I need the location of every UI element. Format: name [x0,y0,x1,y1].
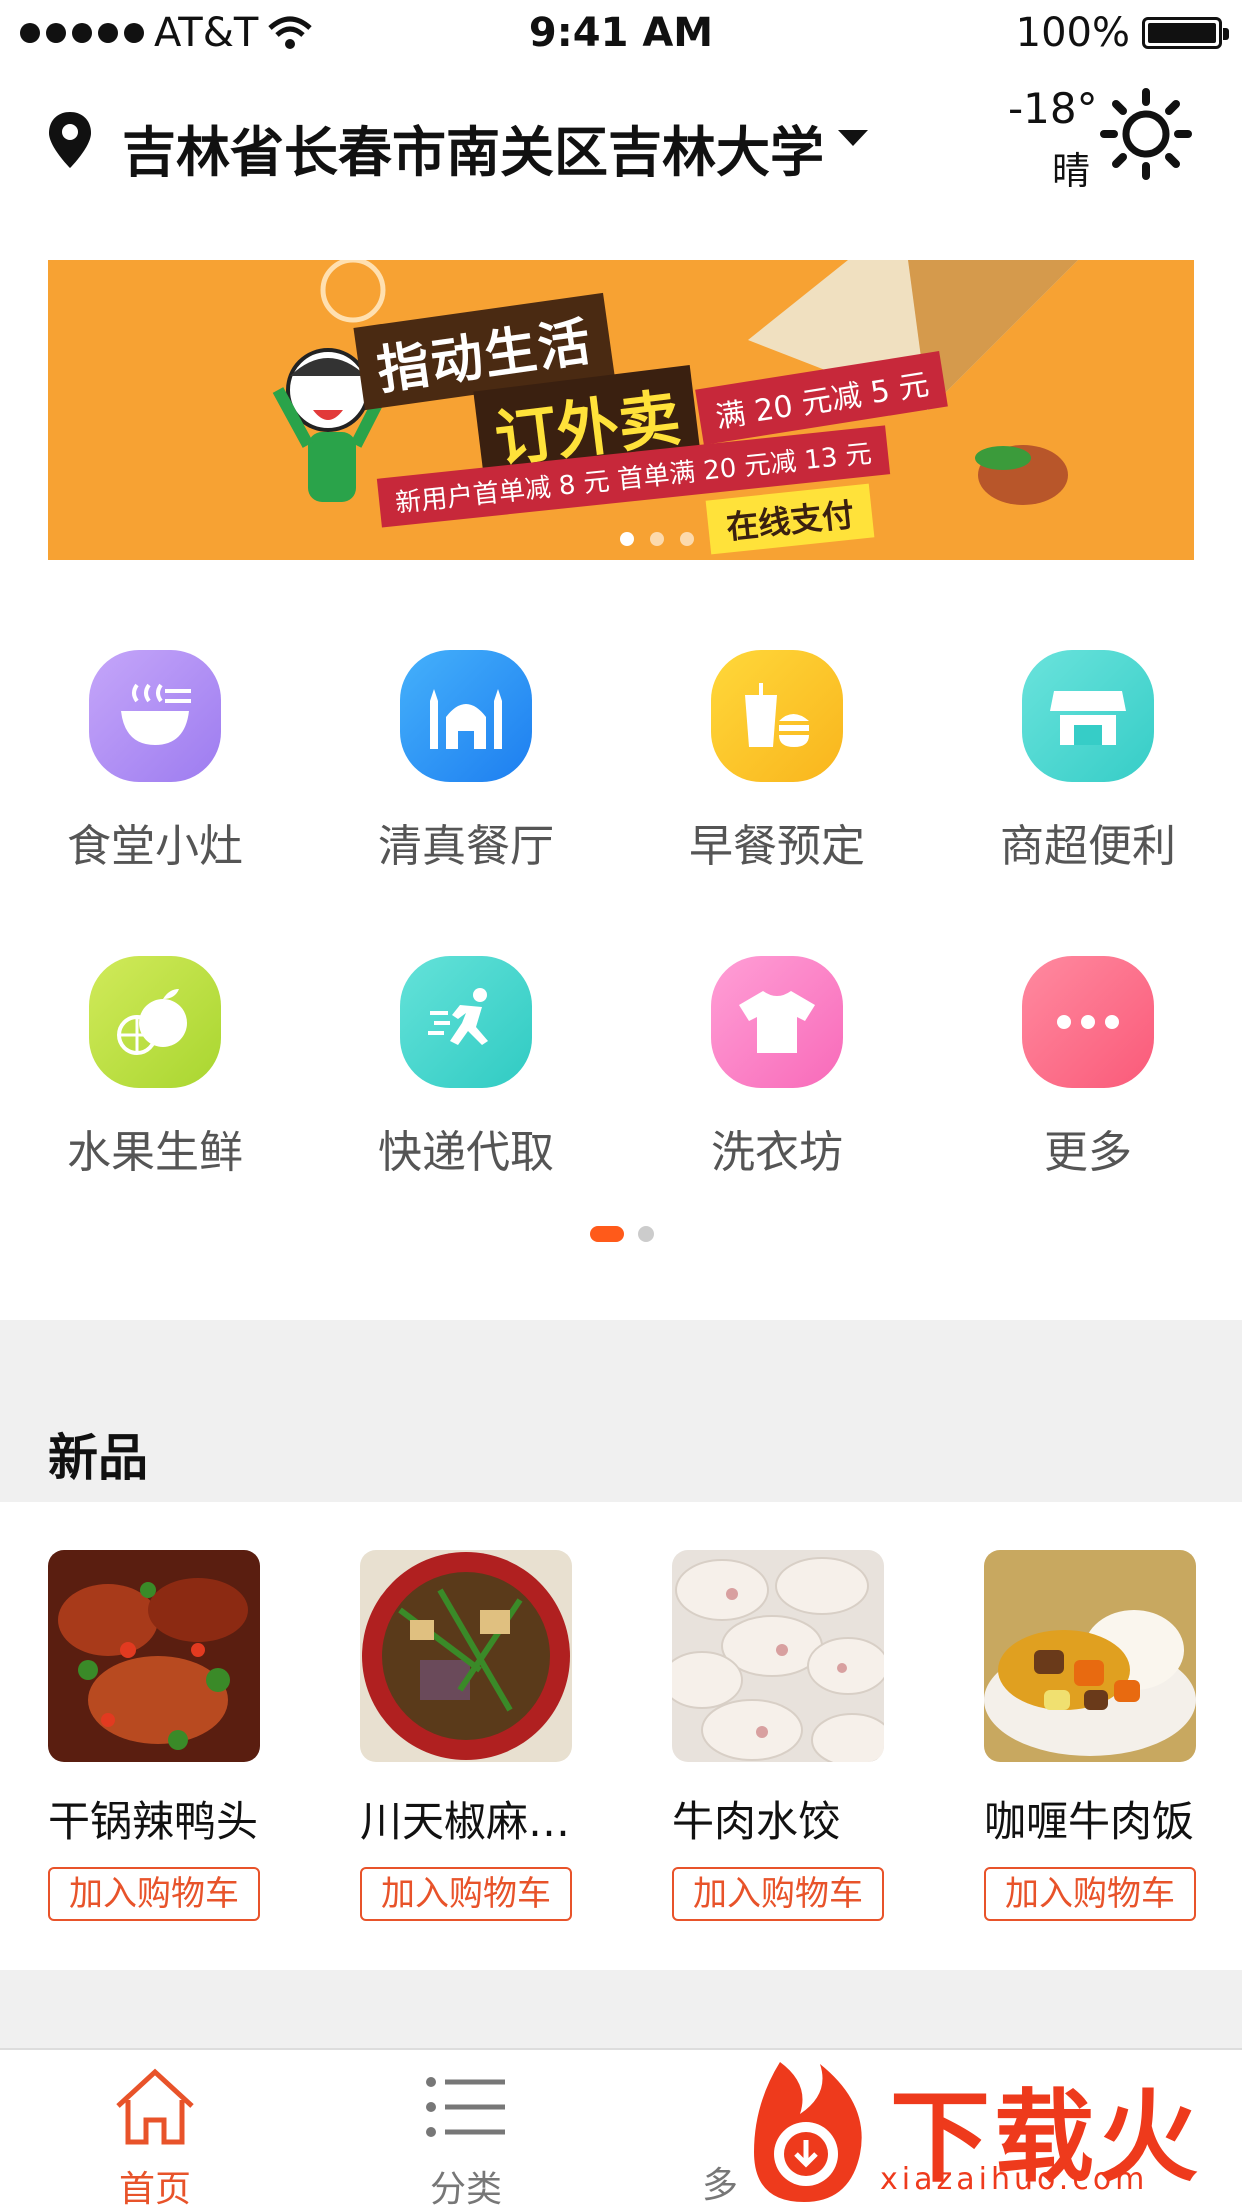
product-name: 牛肉水饺 [672,1797,841,1846]
sun-icon [1100,88,1192,180]
battery-icon [1142,17,1229,49]
location-pin-icon [49,112,91,168]
category-label: 洗衣坊 [711,1127,843,1178]
noodle-bowl-icon [89,650,221,782]
product-image[interactable] [672,1550,884,1762]
category-laundry[interactable]: 洗衣坊 [627,956,927,1180]
category-breakfast[interactable]: 早餐预定 [627,650,927,874]
temperature: -18° [1008,84,1098,133]
mosque-icon [400,650,532,782]
list-icon [426,2077,505,2137]
add-to-cart-button[interactable]: 加入购物车 [984,1867,1196,1921]
product-name: 干锅辣鸭头 [48,1797,259,1846]
page-dot[interactable] [590,1226,624,1242]
tab-home[interactable]: 首页 [55,2062,255,2208]
category-label: 清真餐厅 [378,821,554,872]
product-name: 咖喱牛肉饭 [984,1797,1195,1846]
watermark-url: xiazaihuo.com [880,2162,1149,2197]
fruit-icon [89,956,221,1088]
weather-condition: 晴 [1052,149,1091,193]
product-card[interactable]: 咖喱牛肉饭 加入购物车 [984,1550,1196,1921]
banner-dot[interactable] [620,532,634,546]
runner-icon [400,956,532,1088]
add-to-cart-button[interactable]: 加入购物车 [360,1867,572,1921]
add-to-cart-button[interactable]: 加入购物车 [672,1867,884,1921]
category-pagination[interactable] [590,1226,654,1242]
add-to-cart-button[interactable]: 加入购物车 [48,1867,260,1921]
category-delivery[interactable]: 快递代取 [316,956,616,1180]
promo-banner[interactable]: 指动生活 订外卖 满 20 元减 5 元 新用户首单减 8 元 首单满 20 元… [48,260,1194,560]
location-header: 吉林省长春市南关区吉林大学 -18° 晴 [0,80,1242,200]
banner-dot[interactable] [680,532,694,546]
category-more[interactable]: 更多 [938,956,1238,1180]
banner-pagination[interactable] [620,532,694,546]
breakfast-icon [711,650,843,782]
section-header: 新品 [0,1320,1242,1502]
product-image[interactable] [984,1550,1196,1762]
category-label: 早餐预定 [689,821,865,872]
watermark: 下载火 xiazaihuo.com [740,2050,1242,2208]
caret-down-icon[interactable] [838,130,868,146]
battery-percent: 100% [1015,10,1130,56]
status-right: 100% [1015,10,1229,56]
category-label: 商超便利 [1000,821,1176,872]
product-card[interactable]: 川天椒麻… 加入购物车 [360,1550,572,1921]
more-icon [1022,956,1154,1088]
category-store[interactable]: 商超便利 [938,650,1238,874]
category-halal[interactable]: 清真餐厅 [316,650,616,874]
category-fruit[interactable]: 水果生鲜 [5,956,305,1180]
category-label: 快递代取 [378,1127,554,1178]
home-icon [116,2068,194,2145]
product-name: 川天椒麻… [360,1797,571,1846]
tab-label: 首页 [118,2169,191,2208]
section-title: 新品 [48,1429,148,1487]
store-icon [1022,650,1154,782]
page-dot[interactable] [638,1226,654,1242]
product-image[interactable] [48,1550,260,1762]
category-label: 食堂小灶 [67,821,243,872]
section-divider [0,1970,1242,2048]
status-bar: AT&T 9:41 AM 100% [0,0,1242,64]
tshirt-icon [711,956,843,1088]
category-canteen[interactable]: 食堂小灶 [5,650,305,874]
category-label: 更多 [1044,1127,1132,1178]
category-label: 水果生鲜 [67,1127,243,1178]
product-image[interactable] [360,1550,572,1762]
banner-dot[interactable] [650,532,664,546]
tab-category[interactable]: 分类 [366,2062,566,2208]
location-selector[interactable]: 吉林省长春市南关区吉林大学 [122,108,824,187]
tab-label: 分类 [429,2169,502,2208]
product-card[interactable]: 牛肉水饺 加入购物车 [672,1550,884,1921]
product-card[interactable]: 干锅辣鸭头 加入购物车 [48,1550,260,1921]
product-list: 干锅辣鸭头 加入购物车 川天椒麻… 加入购物车 牛肉水饺 加入购物车 咖喱牛肉饭… [0,1502,1242,1970]
watermark-logo-icon [754,2062,862,2202]
